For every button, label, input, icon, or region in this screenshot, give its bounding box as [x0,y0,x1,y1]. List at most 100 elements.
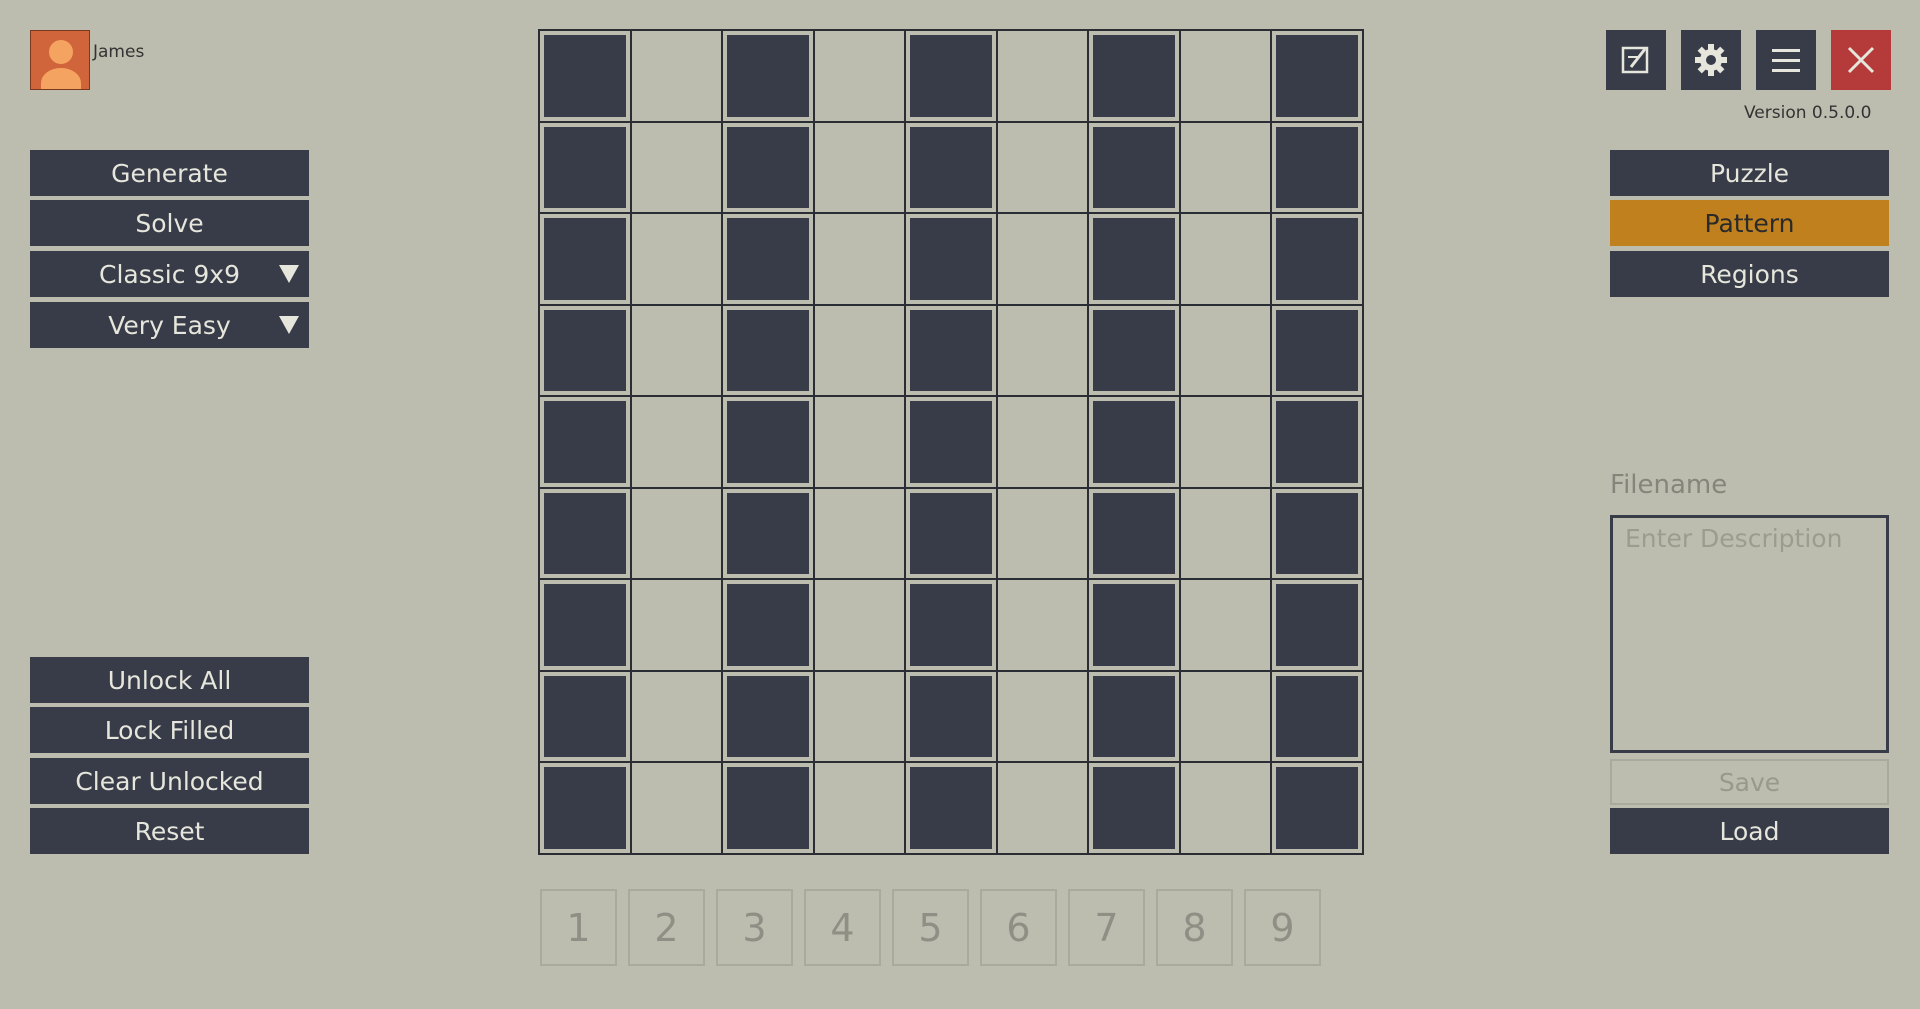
board-cell[interactable] [631,488,722,579]
save-button[interactable]: Save [1610,759,1889,805]
board-cell[interactable] [997,305,1088,396]
number-button-2[interactable]: 2 [628,889,705,966]
number-button-8[interactable]: 8 [1156,889,1233,966]
number-button-5[interactable]: 5 [892,889,969,966]
description-input[interactable] [1610,515,1889,753]
board-cell[interactable] [631,122,722,213]
board-cell[interactable] [540,580,630,670]
number-button-6[interactable]: 6 [980,889,1057,966]
unlock-all-button[interactable]: Unlock All [30,657,309,703]
board-cell[interactable] [814,763,905,853]
solve-button[interactable]: Solve [30,200,309,246]
close-button[interactable] [1831,30,1891,90]
board-cell[interactable] [814,580,905,670]
board-cell[interactable] [1180,763,1271,853]
board-cell[interactable] [631,305,722,396]
board-cell[interactable] [1089,671,1179,762]
board-cell[interactable] [540,305,630,396]
board-cell[interactable] [631,763,722,853]
board-cell[interactable] [997,580,1088,670]
board-cell[interactable] [1272,214,1362,304]
board-cell[interactable] [1089,31,1179,121]
board-cell[interactable] [1272,488,1362,579]
load-button[interactable]: Load [1610,808,1889,854]
board-cell[interactable] [723,763,813,853]
board-cell[interactable] [1180,397,1271,487]
board-cell[interactable] [906,488,996,579]
board-cell[interactable] [997,397,1088,487]
board-cell[interactable] [1272,671,1362,762]
board-cell[interactable] [1180,122,1271,213]
board-cell[interactable] [997,763,1088,853]
number-button-4[interactable]: 4 [804,889,881,966]
board-cell[interactable] [1180,214,1271,304]
edit-button[interactable] [1606,30,1666,90]
board-cell[interactable] [631,397,722,487]
board-cell[interactable] [1089,488,1179,579]
board-cell[interactable] [1180,671,1271,762]
board-cell[interactable] [723,488,813,579]
board-cell[interactable] [906,214,996,304]
variant-dropdown[interactable]: Classic 9x9 [30,251,309,297]
board-cell[interactable] [1272,763,1362,853]
board-cell[interactable] [1272,31,1362,121]
board-cell[interactable] [723,397,813,487]
mode-puzzle-button[interactable]: Puzzle [1610,150,1889,196]
board-cell[interactable] [814,397,905,487]
board-cell[interactable] [906,397,996,487]
board-cell[interactable] [631,31,722,121]
board-cell[interactable] [997,31,1088,121]
board-cell[interactable] [997,671,1088,762]
board-cell[interactable] [997,488,1088,579]
reset-button[interactable]: Reset [30,808,309,854]
board-cell[interactable] [814,305,905,396]
board-cell[interactable] [1089,214,1179,304]
board-cell[interactable] [1180,488,1271,579]
menu-button[interactable] [1756,30,1816,90]
board-cell[interactable] [540,488,630,579]
lock-filled-button[interactable]: Lock Filled [30,707,309,753]
board-cell[interactable] [997,122,1088,213]
board-cell[interactable] [1089,580,1179,670]
board-cell[interactable] [1272,397,1362,487]
board-cell[interactable] [906,122,996,213]
board-cell[interactable] [814,31,905,121]
board-cell[interactable] [723,580,813,670]
board-cell[interactable] [906,305,996,396]
board-cell[interactable] [540,31,630,121]
board-cell[interactable] [540,763,630,853]
board-cell[interactable] [631,580,722,670]
mode-regions-button[interactable]: Regions [1610,251,1889,297]
board-cell[interactable] [906,671,996,762]
board-cell[interactable] [1272,580,1362,670]
board-cell[interactable] [540,122,630,213]
board-cell[interactable] [1089,397,1179,487]
board-cell[interactable] [540,214,630,304]
board-cell[interactable] [1180,305,1271,396]
avatar[interactable] [30,30,90,90]
board-cell[interactable] [723,671,813,762]
board-cell[interactable] [906,31,996,121]
board-cell[interactable] [631,671,722,762]
board-cell[interactable] [723,214,813,304]
settings-button[interactable] [1681,30,1741,90]
board-cell[interactable] [723,122,813,213]
board-cell[interactable] [814,122,905,213]
board-cell[interactable] [906,580,996,670]
board-cell[interactable] [540,397,630,487]
board-cell[interactable] [997,214,1088,304]
board-cell[interactable] [631,214,722,304]
clear-unlocked-button[interactable]: Clear Unlocked [30,758,309,804]
board-cell[interactable] [906,763,996,853]
board-cell[interactable] [540,671,630,762]
board-cell[interactable] [1180,580,1271,670]
board-cell[interactable] [1089,763,1179,853]
board-cell[interactable] [814,488,905,579]
board-cell[interactable] [1272,122,1362,213]
mode-pattern-button[interactable]: Pattern [1610,200,1889,246]
board-cell[interactable] [814,671,905,762]
board-cell[interactable] [723,305,813,396]
board-cell[interactable] [723,31,813,121]
number-button-1[interactable]: 1 [540,889,617,966]
number-button-9[interactable]: 9 [1244,889,1321,966]
